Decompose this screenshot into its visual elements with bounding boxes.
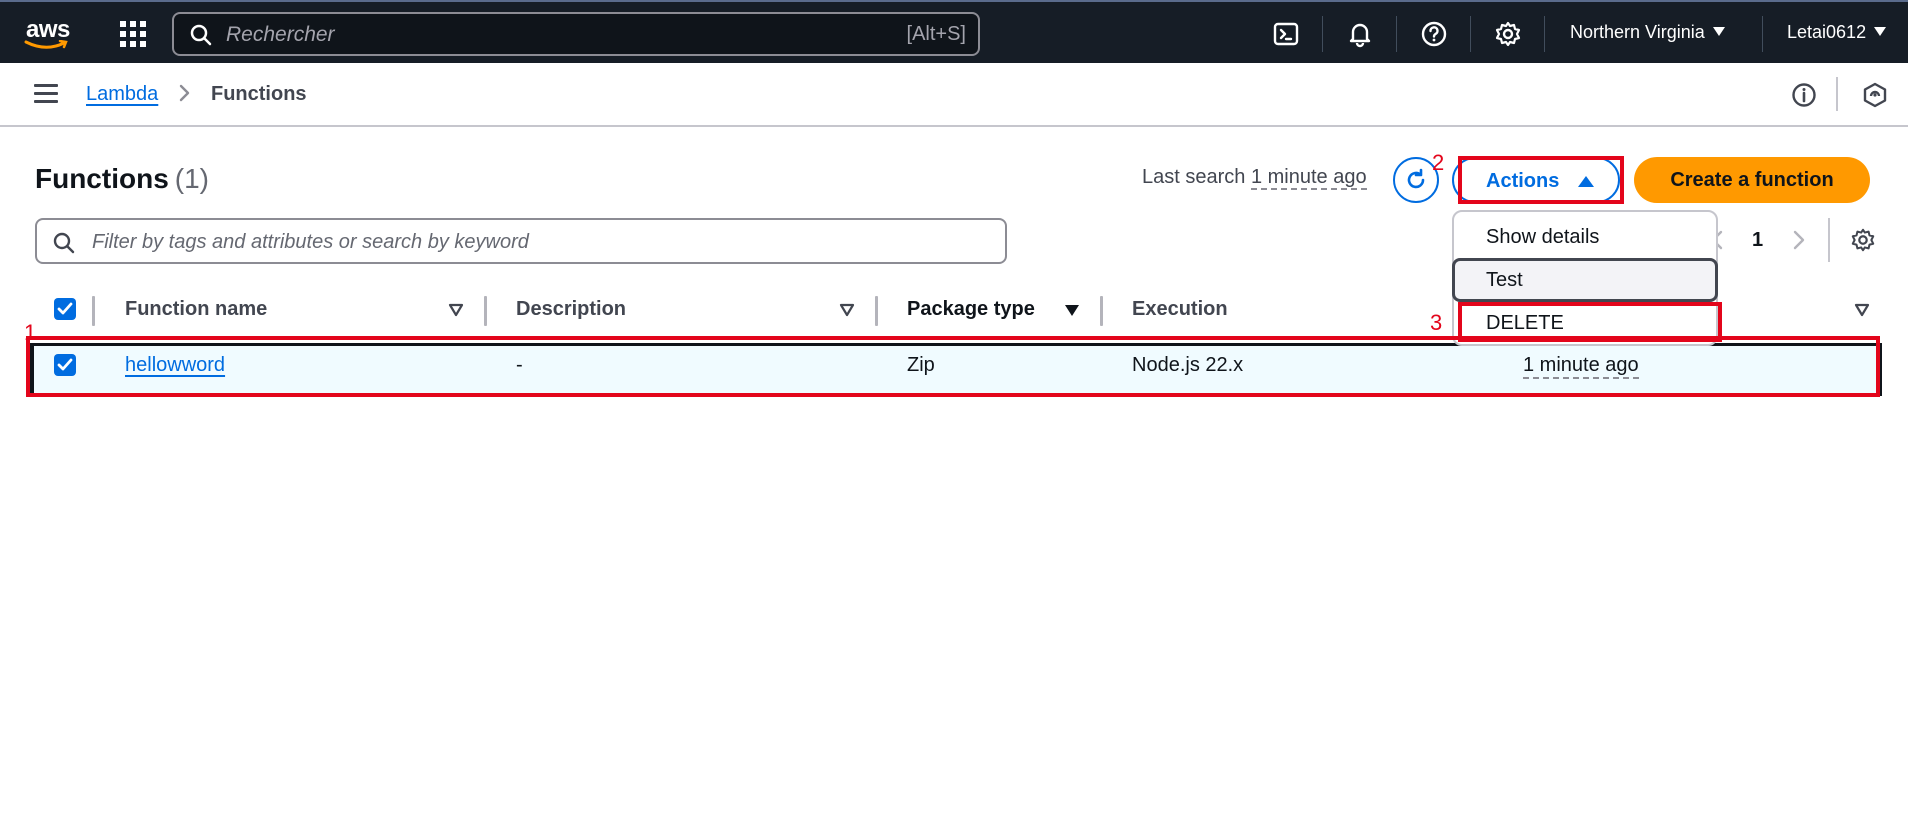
refresh-icon <box>1407 168 1425 189</box>
apps-grid-icon[interactable] <box>118 19 148 49</box>
aws-smile-icon <box>24 40 68 49</box>
function-count: (1) <box>174 163 209 194</box>
bell-icon[interactable] <box>1346 20 1374 48</box>
breadcrumb-current: Functions <box>211 83 307 105</box>
region-selector[interactable]: Northern Virginia <box>1570 22 1725 43</box>
last-search-label: Last search <box>1142 166 1246 188</box>
menu-item-show-details[interactable]: Show details <box>1454 216 1716 260</box>
search-icon <box>190 24 212 46</box>
column-divider[interactable] <box>92 296 95 326</box>
notifications-hex-icon[interactable] <box>1862 82 1888 108</box>
actions-dropdown-button[interactable]: Actions <box>1452 157 1620 203</box>
region-label: Northern Virginia <box>1570 22 1705 42</box>
column-divider[interactable] <box>875 296 878 326</box>
column-header-execution[interactable]: Execution <box>1132 298 1228 321</box>
breadcrumb-divider <box>1836 77 1838 111</box>
sort-icon[interactable] <box>1854 303 1870 317</box>
column-header-function-name[interactable]: Function name <box>125 298 267 321</box>
filter-box[interactable] <box>35 218 1007 264</box>
sort-icon[interactable] <box>448 303 464 317</box>
caret-up-icon <box>1578 176 1594 187</box>
actions-label: Actions <box>1486 170 1560 192</box>
row-checkbox[interactable] <box>54 354 76 376</box>
menu-item-test[interactable]: Test <box>1452 258 1718 302</box>
column-divider[interactable] <box>1100 296 1103 326</box>
page-title: Functions (1) <box>35 163 209 195</box>
sort-descending-icon[interactable] <box>1064 303 1080 317</box>
topbar-divider <box>1544 16 1545 52</box>
help-icon[interactable] <box>1420 20 1448 48</box>
function-runtime: Node.js 22.x <box>1132 354 1244 376</box>
info-icon[interactable] <box>1791 82 1817 108</box>
topbar-divider <box>1470 16 1471 52</box>
select-all-checkbox[interactable] <box>54 298 76 320</box>
page-number[interactable]: 1 <box>1752 229 1763 252</box>
topbar-divider <box>1762 16 1763 52</box>
chevron-down-icon <box>1712 27 1725 36</box>
function-description: - <box>516 354 523 376</box>
annotation-number: 3 <box>1430 310 1443 335</box>
breadcrumb-bar: Lambda Functions <box>0 63 1908 127</box>
chevron-down-icon <box>1874 27 1887 36</box>
topbar-divider <box>1396 16 1397 52</box>
menu-icon[interactable] <box>34 84 58 104</box>
chevron-right-icon[interactable] <box>1792 228 1806 252</box>
topbar-divider <box>1322 16 1323 52</box>
column-divider[interactable] <box>484 296 487 326</box>
annotation-number: 1 <box>24 320 37 345</box>
page-title-text: Functions <box>35 163 169 194</box>
column-header-description[interactable]: Description <box>516 298 626 321</box>
chevron-right-icon <box>179 84 190 102</box>
account-menu[interactable]: Letai0612 <box>1787 22 1887 43</box>
sort-icon[interactable] <box>839 303 855 317</box>
checkmark-icon <box>57 358 73 371</box>
last-search-info: Last search 1 minute ago <box>1142 166 1367 190</box>
create-function-button[interactable]: Create a function <box>1634 157 1870 203</box>
pagination-divider <box>1828 218 1830 262</box>
function-name-link[interactable]: hellowword <box>125 354 225 377</box>
breadcrumb-lambda-link[interactable]: Lambda <box>86 83 158 106</box>
menu-item-delete[interactable]: DELETE <box>1454 302 1716 346</box>
settings-icon[interactable] <box>1494 20 1522 48</box>
search-icon <box>53 232 75 254</box>
table-preferences-gear-icon[interactable] <box>1850 227 1876 253</box>
filter-input[interactable] <box>92 229 972 255</box>
search-shortcut-hint: [Alt+S] <box>906 23 966 45</box>
account-name: Letai0612 <box>1787 22 1867 42</box>
cloudshell-icon[interactable] <box>1272 20 1300 48</box>
aws-logo[interactable]: aws <box>24 16 72 50</box>
checkmark-icon <box>57 302 73 315</box>
function-package-type: Zip <box>907 354 935 376</box>
function-last-modified[interactable]: 1 minute ago <box>1523 354 1639 379</box>
global-search[interactable]: [Alt+S] <box>172 12 980 56</box>
annotation-number: 2 <box>1432 150 1445 175</box>
last-search-time[interactable]: 1 minute ago <box>1250 166 1367 190</box>
global-search-input[interactable] <box>226 20 846 50</box>
actions-menu: Show details Test DELETE <box>1452 210 1718 346</box>
column-header-package-type[interactable]: Package type <box>907 298 1035 321</box>
top-navigation-bar: aws [Alt+S] Northern Virgi <box>0 0 1908 63</box>
